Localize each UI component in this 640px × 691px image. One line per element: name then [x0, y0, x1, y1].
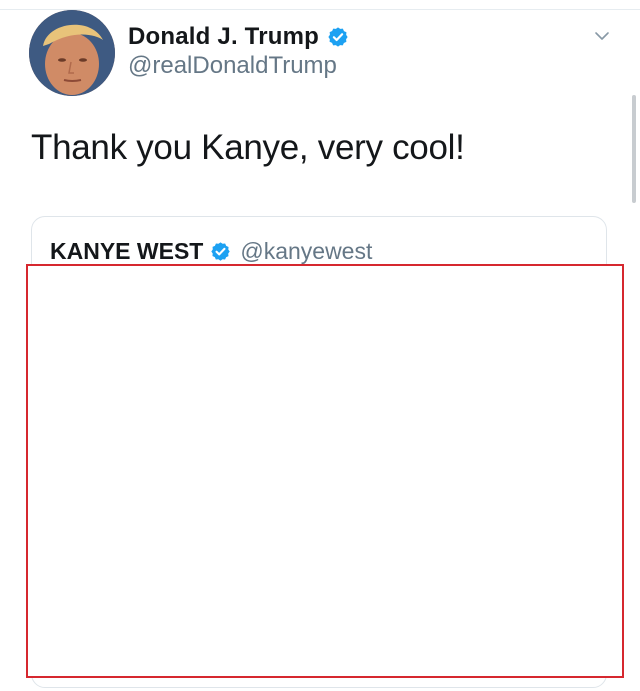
quoted-author-handle[interactable]: @kanyewest [240, 238, 372, 265]
avatar[interactable] [29, 10, 115, 96]
tweet-text: Thank you Kanye, very cool! [31, 128, 465, 167]
top-divider [0, 0, 640, 10]
scrollbar[interactable] [632, 95, 636, 203]
author-display-name[interactable]: Donald J. Trump [128, 23, 319, 51]
verified-badge-icon [210, 241, 231, 262]
tweet-view: Donald J. Trump @realDonaldTrump Thank y… [0, 0, 640, 691]
redacted-quote-content [26, 264, 624, 678]
quoted-tweet-header: KANYE WEST @kanyewest [50, 236, 372, 266]
author-name-row: Donald J. Trump [128, 22, 349, 52]
avatar-icon [29, 10, 115, 96]
chevron-down-icon[interactable] [591, 28, 613, 44]
author-handle[interactable]: @realDonaldTrump [128, 52, 337, 80]
quoted-author-name[interactable]: KANYE WEST [50, 238, 203, 265]
verified-badge-icon [327, 26, 349, 48]
